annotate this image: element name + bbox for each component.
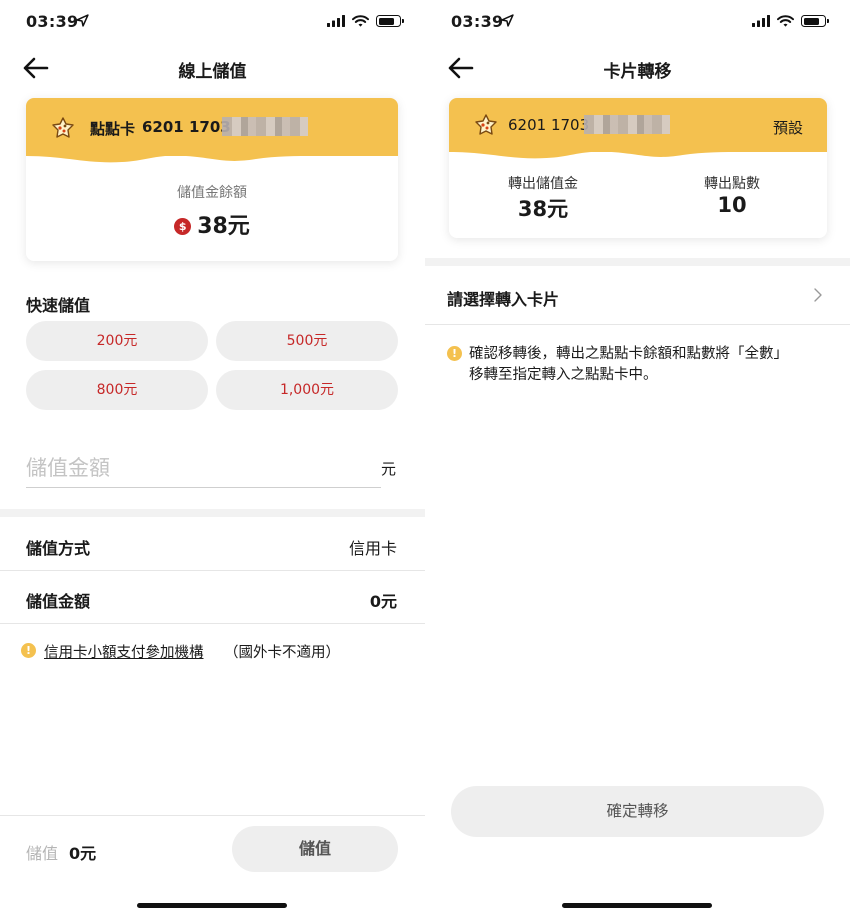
divider [0, 623, 425, 624]
wifi-icon [777, 15, 794, 27]
select-target-card-row[interactable]: 請選擇轉入卡片 [425, 266, 850, 324]
card-header: 6201 1703 預設 [449, 98, 827, 159]
card-label: 點點卡 [90, 120, 136, 138]
home-indicator [137, 903, 287, 908]
location-arrow-icon [76, 14, 89, 27]
battery-level [378, 17, 394, 25]
card-number: 6201 1703 [142, 118, 231, 136]
info-icon: ! [447, 346, 462, 361]
balance-label: 儲值金餘額 [177, 185, 247, 201]
amount-unit: 元 [381, 460, 397, 478]
divider [0, 570, 425, 571]
page-title: 線上儲值 [178, 62, 247, 82]
wifi-icon [352, 15, 369, 27]
nav-bar: 線上儲值 [0, 46, 425, 90]
confirm-transfer-button[interactable]: 確定轉移 [451, 786, 824, 837]
total-value: 0元 [369, 592, 397, 611]
footer-sum-value: 0元 [69, 844, 97, 863]
page-title: 卡片轉移 [603, 62, 672, 82]
location-arrow-icon [501, 14, 514, 27]
card-wave [449, 150, 827, 159]
quick-topup-500[interactable]: 500元 [216, 321, 398, 361]
quick-topup-title: 快速儲值 [26, 296, 91, 315]
footer-sum-label: 儲值 [26, 844, 59, 863]
status-time: 03:39 [451, 12, 504, 31]
info-icon: ! [21, 643, 36, 658]
signal-icon [327, 15, 345, 27]
card-summary: 點點卡 6201 1703 儲值金餘額 $38元 [26, 98, 398, 261]
method-label: 儲值方式 [26, 539, 91, 558]
divider [425, 324, 850, 325]
total-label: 儲值金額 [26, 592, 91, 611]
card-logo-icon [52, 117, 74, 138]
section-divider [425, 258, 850, 266]
card-number: 6201 1703 [508, 116, 590, 134]
transfer-points-value: 10 [717, 193, 747, 217]
note-suffix: （國外卡不適用） [224, 645, 340, 661]
section-divider [0, 509, 425, 517]
amount-input[interactable] [26, 448, 381, 488]
card-logo-icon [475, 114, 497, 135]
quick-topup-200[interactable]: 200元 [26, 321, 208, 361]
home-indicator [562, 903, 712, 908]
battery-icon [801, 15, 829, 27]
topup-screen: 03:39 線上儲值 點點卡 6201 1703 儲值金餘額 $38元 快速儲值… [0, 0, 425, 918]
coin-icon: $ [174, 218, 192, 235]
quick-topup-800[interactable]: 800元 [26, 370, 208, 410]
card-number-redacted [584, 115, 670, 134]
transfer-balance-label: 轉出儲值金 [508, 176, 578, 192]
signal-icon [752, 15, 770, 27]
status-bar: 03:39 [0, 0, 425, 46]
transfer-balance-value: 38元 [517, 197, 569, 221]
battery-level [803, 17, 819, 25]
footer-divider [0, 815, 425, 816]
card-header: 點點卡 6201 1703 [26, 98, 398, 163]
battery-icon [376, 15, 404, 27]
quick-topup-1000[interactable]: 1,000元 [216, 370, 398, 410]
transfer-notice: 確認移轉後，轉出之點點卡餘額和點數將「全數」移轉至指定轉入之點點卡中。 [469, 346, 788, 383]
transfer-points-label: 轉出點數 [704, 176, 760, 192]
chevron-right-icon [814, 288, 822, 302]
default-badge: 預設 [772, 119, 803, 137]
topup-button[interactable]: 儲值 [232, 826, 398, 872]
status-icons [752, 15, 829, 27]
transfer-card: 6201 1703 預設 轉出儲值金 38元 轉出點數 10 [449, 98, 827, 238]
nav-bar: 卡片轉移 [425, 46, 850, 90]
balance-amount-row: $38元 [26, 208, 398, 240]
status-time: 03:39 [26, 12, 79, 31]
card-number-redacted [222, 117, 308, 136]
credit-card-institutions-link[interactable]: 信用卡小額支付參加機構 [44, 641, 204, 662]
status-bar: 03:39 [425, 0, 850, 46]
card-wave [26, 154, 398, 163]
select-target-card-label: 請選擇轉入卡片 [447, 290, 560, 309]
status-icons [327, 15, 404, 27]
balance-amount: 38元 [197, 214, 250, 239]
card-transfer-screen: 03:39 卡片轉移 6201 1703 預設 轉出儲值金 38元 轉出點數 1… [425, 0, 850, 918]
method-value[interactable]: 信用卡 [349, 535, 397, 559]
